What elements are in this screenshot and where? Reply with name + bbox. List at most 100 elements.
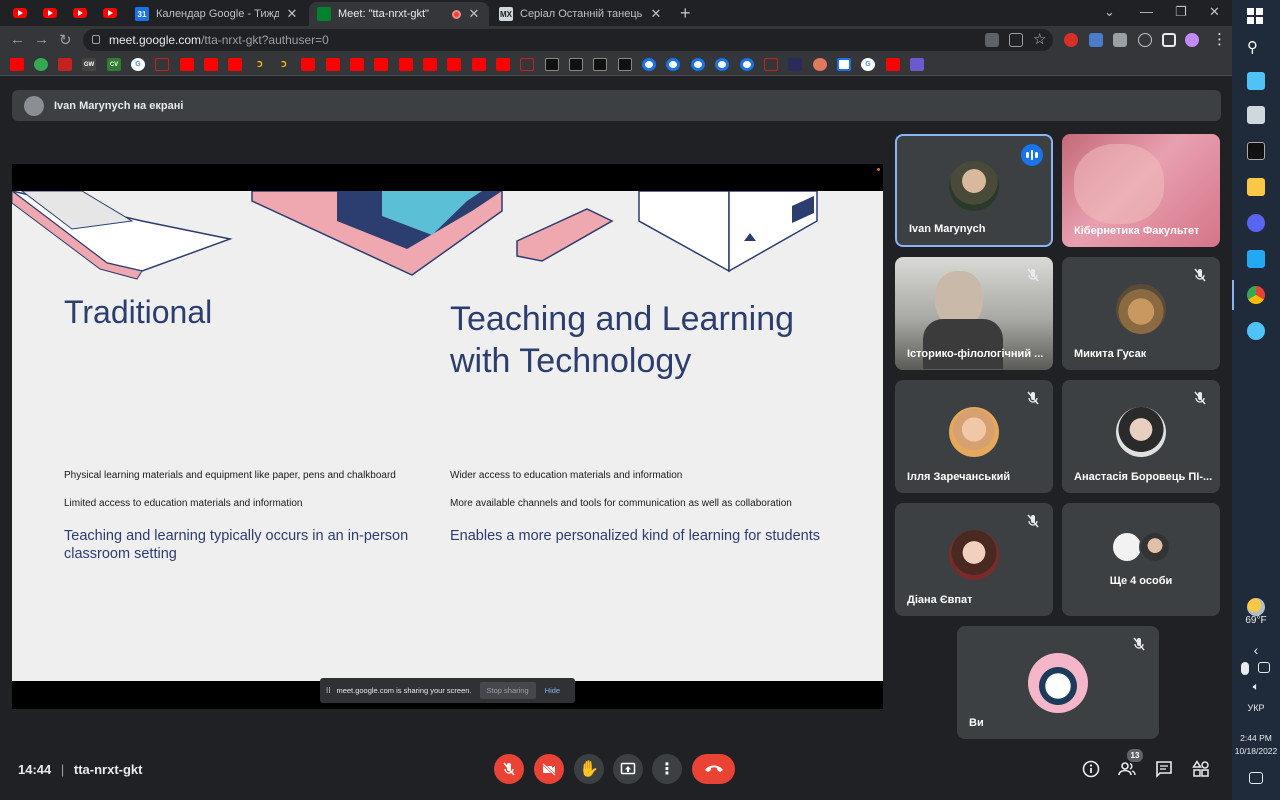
bookmark-google-icon[interactable]: G [131,58,145,71]
participant-tile-illia[interactable]: Ілля Заречанський [895,380,1053,493]
bookmark-youtube-icon[interactable] [496,58,510,71]
bookmark-app-icon[interactable] [618,58,632,71]
close-tab-icon[interactable]: ✕ [285,6,299,22]
youtube-pinned-tab[interactable] [102,5,118,21]
weather-temperature[interactable]: 69°F [1232,615,1280,626]
notepad-icon[interactable] [1247,106,1265,124]
media-control-icon[interactable] [1138,33,1152,47]
youtube-pinned-tab[interactable] [72,5,88,21]
close-window-button[interactable]: ✕ [1209,4,1220,20]
bookmark-app-icon[interactable] [715,58,729,71]
bookmark-youtube-icon[interactable] [374,58,388,71]
participant-tile-history-philology[interactable]: Історико-філологічний ... [895,257,1053,370]
bookmark-youtube-icon[interactable] [326,58,340,71]
bookmark-app-icon[interactable] [642,58,656,71]
tab-google-calendar[interactable]: 31 Календар Google - Тиждень (16 ✕ [127,2,307,26]
drag-handle-icon[interactable]: II [326,686,330,695]
microphone-toggle-button[interactable] [494,754,524,784]
participant-tile-anastasiia[interactable]: Анастасія Боровець ПІ-... [1062,380,1220,493]
bookmark-app-icon[interactable] [569,58,583,71]
bookmark-app-icon[interactable] [740,58,754,71]
reload-icon[interactable]: ↻ [59,31,72,49]
bookmark-youtube-icon[interactable] [350,58,364,71]
bookmark-cv-icon[interactable]: CV [107,58,121,71]
terminal-icon[interactable] [1247,142,1265,160]
share-icon[interactable] [1009,33,1023,47]
participant-tile-more[interactable]: Ще 4 особи [1062,503,1220,616]
camera-blocked-icon[interactable] [985,33,999,47]
volume-icon[interactable]: 🔈︎ [1232,681,1280,694]
extension-shield-icon[interactable] [1089,33,1103,47]
people-icon[interactable] [1118,760,1136,778]
forward-arrow-icon[interactable]: → [34,31,49,48]
participant-tile-cybernetics[interactable]: Кібернетика Факультет [1062,134,1220,247]
input-language[interactable]: УКР [1232,703,1280,713]
meeting-details-icon[interactable] [1082,760,1100,778]
browser-menu-icon[interactable]: ⋮ [1212,30,1227,48]
activities-icon[interactable] [1192,760,1210,778]
hide-sharing-bar-button[interactable]: Hide [545,686,560,695]
bookmark-app-icon[interactable] [910,58,924,71]
close-tab-icon[interactable]: ✕ [467,6,481,22]
bookmark-app-icon[interactable] [837,58,851,71]
bookmark-youtube-icon[interactable] [447,58,461,71]
notification-center-icon[interactable] [1249,772,1263,784]
bookmark-youtube-icon[interactable] [228,58,242,71]
file-explorer-icon[interactable] [1247,178,1265,196]
bookmark-app-icon[interactable] [155,58,169,71]
bookmark-app-icon[interactable] [764,58,778,71]
participant-tile-diana[interactable]: Діана Євпат [895,503,1053,616]
youtube-pinned-tab[interactable] [12,5,28,21]
show-hidden-icons-chevron-icon[interactable]: ‹ [1232,642,1280,658]
bookmark-youtube-icon[interactable] [399,58,413,71]
bookmark-youtube-icon[interactable] [886,58,900,71]
bookmark-app-icon[interactable] [666,58,680,71]
taskbar-time[interactable]: 2:44 PM [1232,733,1280,743]
back-arrow-icon[interactable]: ← [10,31,25,48]
bookmark-app-icon[interactable] [788,58,802,71]
profile-avatar[interactable] [1185,33,1199,47]
more-options-button[interactable]: ⋮ [652,754,682,784]
network-icon[interactable] [1258,662,1270,673]
bookmark-app-icon[interactable] [691,58,705,71]
discord-icon[interactable] [1247,214,1265,232]
camera-toggle-button[interactable] [534,754,564,784]
bookmark-maps-icon[interactable] [34,58,48,71]
leave-call-button[interactable] [692,754,735,784]
bookmark-youtube-icon[interactable] [472,58,486,71]
bookmark-google-icon[interactable]: G [861,58,875,71]
tab-search-chevron-icon[interactable]: ⌄ [1104,4,1115,20]
bookmark-gw-icon[interactable]: GW [82,58,96,71]
bookmark-youtube-icon[interactable] [10,58,24,71]
participant-tile-self[interactable]: Ви [957,626,1159,739]
minimize-window-button[interactable]: — [1140,4,1153,19]
bookmark-app-icon[interactable] [593,58,607,71]
search-icon[interactable]: ⚲ [1247,38,1265,56]
tab-series[interactable]: MX Серіал Останній танець — див ✕ [491,2,671,26]
restore-window-button[interactable]: ❐ [1175,4,1187,20]
raise-hand-button[interactable]: ✋ [574,754,604,784]
bookmark-app-icon[interactable] [520,58,534,71]
app-icon[interactable] [1247,72,1265,90]
bookmark-app-icon[interactable] [813,58,827,71]
bookmark-app-icon[interactable] [58,58,72,71]
vscode-icon[interactable] [1247,250,1265,268]
chrome-icon[interactable] [1247,286,1265,304]
microphone-in-use-icon[interactable] [1241,662,1249,675]
bookmark-app-icon[interactable] [545,58,559,71]
side-panel-icon[interactable] [1162,33,1176,47]
tab-meet[interactable]: Meet: "tta-nrxt-gkt" ✕ [309,2,489,26]
bookmark-app-icon[interactable]: כ [277,58,291,71]
stop-sharing-button[interactable]: Stop sharing [479,682,536,699]
bookmark-youtube-icon[interactable] [301,58,315,71]
participant-tile-ivan[interactable]: Ivan Marynych [895,134,1053,247]
app-icon[interactable] [1247,322,1265,340]
address-bar[interactable]: meet.google.com/tta-nrxt-gkt?authuser=0 [83,29,1053,51]
weather-icon[interactable] [1247,598,1265,616]
taskbar-date[interactable]: 10/18/2022 [1232,746,1280,756]
bookmark-youtube-icon[interactable] [204,58,218,71]
bookmark-youtube-icon[interactable] [180,58,194,71]
youtube-pinned-tab[interactable] [42,5,58,21]
chat-icon[interactable] [1155,760,1173,778]
close-tab-icon[interactable]: ✕ [649,6,663,22]
